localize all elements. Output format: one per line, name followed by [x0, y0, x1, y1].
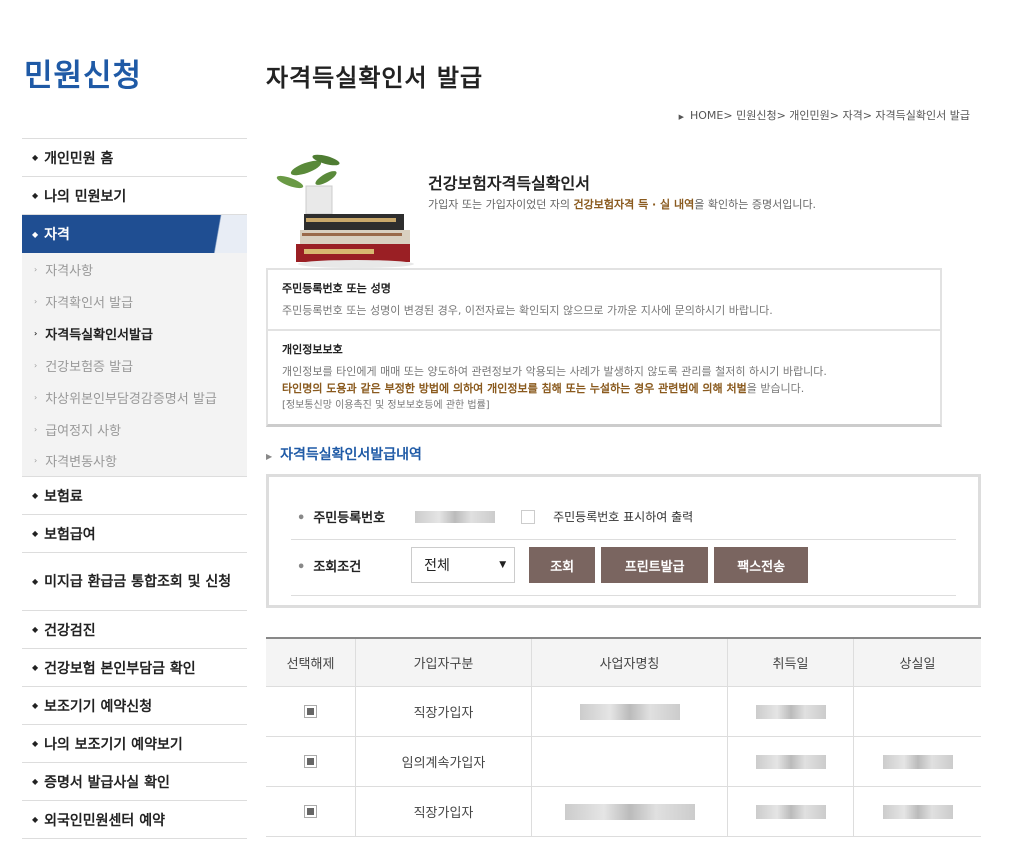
sidebar-title: 민원신청 [24, 58, 143, 94]
breadcrumb: ▶ HOME> 민원신청> 개인민원> 자격> 자격득실확인서 발급 [678, 109, 970, 122]
member-type-cell: 임의계속가입자 [356, 737, 532, 786]
rrn-display-checkbox[interactable] [521, 509, 536, 524]
acquired-date-redacted [755, 754, 826, 769]
acquired-date-redacted [755, 704, 826, 719]
lost-date-redacted [882, 804, 953, 819]
triangle-right-icon: ▶ [678, 113, 684, 121]
notice-heading: 개인정보보호 [282, 343, 343, 356]
notice-law-reference: [정보통신망 이용촉진 및 정보보호등에 관한 법률] [282, 400, 490, 411]
divider [291, 539, 956, 540]
table-header: 선택해제 가입자구분 사업자명칭 취득일 상실일 [266, 639, 981, 687]
divider [291, 595, 956, 596]
diamond-icon: ◆ [32, 191, 39, 200]
certificate-intro: 건강보험자격득실확인서 가입자 또는 가입자이었던 자의 건강보험자격 득 · … [266, 152, 946, 270]
header-deselect[interactable]: 선택해제 [266, 639, 356, 686]
rrn-display-checkbox-label[interactable]: 주민등록번호 표시하여 출력 [553, 508, 693, 525]
diamond-icon: ◆ [32, 663, 39, 672]
sidebar-submenu: › 자격사항 › 자격확인서 발급 › 자격득실확인서발급 › 건강보험증 발급 › 차상… [22, 253, 247, 477]
certificate-description: 가입자 또는 가입자이었던 자의 건강보험자격 득 · 실 내역을 확인하는 증… [428, 198, 817, 211]
diamond-icon: ◆ [32, 491, 39, 500]
chevron-right-icon: › [34, 296, 38, 306]
diamond-icon: ◆ [32, 529, 39, 538]
page-title: 자격득실확인서 발급 [266, 64, 484, 92]
header-member-type: 가입자구분 [356, 639, 532, 686]
condition-select[interactable]: 전체 ▼ [411, 547, 516, 583]
submenu-item-insurance-card[interactable]: › 건강보험증 발급 [22, 349, 247, 381]
submenu-item-gain-loss-cert[interactable]: › 자격득실확인서발급 [22, 317, 247, 349]
sidebar-item-benefits[interactable]: ◆ 보험급여 [22, 515, 247, 553]
search-button[interactable]: 조회 [529, 547, 596, 583]
diamond-icon: ◆ [32, 153, 39, 162]
notice-rrn-name: 주민등록번호 또는 성명 주민등록번호 또는 성명이 변경된 경우, 이전자료는… [268, 270, 940, 329]
notice-privacy: 개인정보보호 개인정보를 타인에게 매매 또는 양도하여 관련정보가 악용되는 … [268, 329, 940, 424]
sidebar-item-assistive-reservation[interactable]: ◆ 보조기기 예약신청 [22, 687, 247, 725]
header-business-name: 사업자명칭 [532, 639, 728, 686]
business-name-redacted [579, 703, 680, 720]
chevron-right-icon: › [34, 424, 38, 434]
table-row: 직장가입자 [266, 787, 981, 837]
sidebar-item-foreigner-center[interactable]: ◆ 외국인민원센터 예약 [22, 801, 247, 839]
notice-heading: 주민등록번호 또는 성명 [282, 282, 391, 295]
sidebar-item-premium[interactable]: ◆ 보험료 [22, 477, 247, 515]
row-checkbox[interactable] [304, 805, 317, 818]
submenu-item-qualification-cert[interactable]: › 자격확인서 발급 [22, 285, 247, 317]
section-title: ▶ 자격득실확인서발급내역 [266, 447, 422, 463]
sidebar-item-my-requests[interactable]: ◆ 나의 민원보기 [22, 177, 247, 215]
submenu-item-qualification-changes[interactable]: › 자격변동사항 [22, 445, 247, 477]
chevron-right-icon: › [34, 328, 38, 338]
lost-date-redacted [882, 754, 953, 769]
diamond-icon: ◆ [32, 739, 39, 748]
submenu-item-copay-reduction-cert[interactable]: › 차상위본인부담경감증명서 발급 [22, 381, 247, 413]
diamond-icon: ◆ [32, 577, 39, 586]
sidebar-item-personal-home[interactable]: ◆ 개인민원 홈 [22, 139, 247, 177]
notice-text: 주민등록번호 또는 성명이 변경된 경우, 이전자료는 확인되지 않으므로 가까… [282, 304, 773, 317]
rrn-value-redacted [415, 510, 496, 523]
notice-box: 주민등록번호 또는 성명 주민등록번호 또는 성명이 변경된 경우, 이전자료는… [266, 268, 942, 427]
diamond-icon: ◆ [32, 229, 39, 239]
print-issue-button[interactable]: 프린트발급 [601, 547, 709, 583]
table-row: 직장가입자 [266, 687, 981, 737]
sidebar-item-my-assistive-reservations[interactable]: ◆ 나의 보조기기 예약보기 [22, 725, 247, 763]
sidebar-item-health-checkup[interactable]: ◆ 건강검진 [22, 611, 247, 649]
member-type-cell: 직장가입자 [356, 787, 532, 836]
header-acquired-date: 취득일 [728, 639, 854, 686]
history-table: 선택해제 가입자구분 사업자명칭 취득일 상실일 직장가입자 임의계속가입자 직… [266, 637, 981, 837]
condition-label: • 조회조건 [297, 559, 362, 575]
diamond-icon: ◆ [32, 701, 39, 710]
chevron-right-icon: › [34, 456, 38, 465]
condition-row: • 조회조건 전체 ▼ 조회 프린트발급 팩스전송 [297, 547, 809, 583]
rrn-row: • 주민등록번호 주민등록번호 표시하여 출력 [297, 507, 693, 526]
sidebar-item-unpaid-refund[interactable]: ◆ 미지급 환급금 통합조회 및 신청 [22, 553, 247, 611]
certificate-title: 건강보험자격득실확인서 [428, 174, 590, 193]
diamond-icon: ◆ [32, 777, 39, 786]
caret-down-icon: ▼ [499, 560, 507, 570]
notice-warning: 타인명의 도용과 같은 부정한 방법에 의하여 개인정보를 침해 또는 누설하는… [282, 382, 805, 395]
diamond-icon: ◆ [32, 625, 39, 634]
fax-send-button[interactable]: 팩스전송 [714, 547, 809, 583]
header-lost-date: 상실일 [899, 657, 936, 672]
row-checkbox[interactable] [304, 755, 317, 768]
rrn-label: • 주민등록번호 [297, 511, 386, 526]
table-row: 임의계속가입자 [266, 737, 981, 787]
sidebar-menu: ◆ 개인민원 홈 ◆ 나의 민원보기 ◆ 자격 › 자격사항 › 자격확인서 발급 › 자격… [22, 138, 247, 839]
triangle-right-icon: ▶ [266, 452, 273, 461]
chevron-right-icon: › [34, 392, 38, 402]
business-name-redacted [564, 803, 695, 820]
sidebar-item-cert-issuance-check[interactable]: ◆ 증명서 발급사실 확인 [22, 763, 247, 801]
search-form: • 주민등록번호 주민등록번호 표시하여 출력 • 조회조건 전체 ▼ 조회 프린트발… [266, 474, 981, 608]
sidebar-item-qualification[interactable]: ◆ 자격 [22, 215, 247, 253]
member-type-cell: 직장가입자 [356, 687, 532, 736]
chevron-right-icon: › [34, 360, 38, 370]
row-checkbox[interactable] [304, 705, 317, 718]
submenu-item-qualification-info[interactable]: › 자격사항 [22, 253, 247, 285]
notice-text: 개인정보를 타인에게 매매 또는 양도하여 관련정보가 악용되는 사례가 발생하… [282, 365, 827, 378]
chevron-right-icon: › [34, 264, 38, 274]
books-plant-illustration [276, 154, 414, 268]
submenu-item-benefit-suspension[interactable]: › 급여정지 사항 [22, 413, 247, 445]
acquired-date-redacted [755, 804, 826, 819]
diamond-icon: ◆ [32, 815, 39, 824]
sidebar-item-copay-check[interactable]: ◆ 건강보험 본인부담금 확인 [22, 649, 247, 687]
